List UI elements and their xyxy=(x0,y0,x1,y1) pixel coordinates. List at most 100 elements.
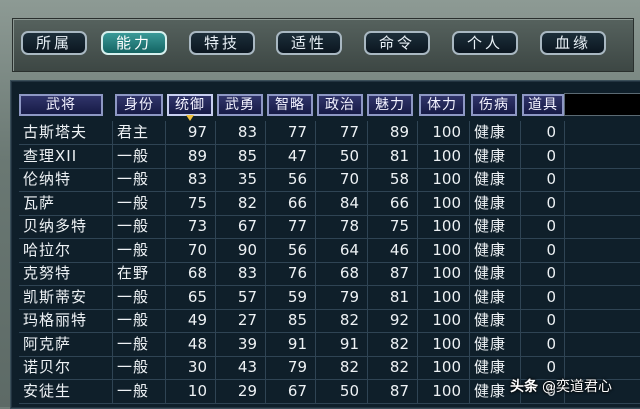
cell-status: 一般 xyxy=(113,379,166,404)
cell-charisma: 66 xyxy=(368,191,418,216)
cell-valor: 85 xyxy=(216,144,266,169)
cell-valor: 82 xyxy=(216,191,266,216)
cell-charisma: 87 xyxy=(368,262,418,286)
tab-0[interactable]: 所属 xyxy=(21,31,87,55)
table-row[interactable]: 阿克萨 一般 48 39 91 91 82 100 健康 0 xyxy=(19,332,640,357)
column-header-label: 魅力 xyxy=(375,97,405,113)
cell-strategy: 76 xyxy=(266,262,316,286)
column-header-6[interactable]: 魅力 xyxy=(367,94,413,116)
tab-6[interactable]: 血缘 xyxy=(540,31,606,55)
table-row[interactable]: 贝纳多特 一般 73 67 77 78 75 100 健康 0 xyxy=(19,215,640,239)
cell-stamina: 100 xyxy=(418,309,470,333)
cell-leadership: 89 xyxy=(166,144,216,169)
column-header-2[interactable]: 统御 xyxy=(167,94,213,121)
row-filler xyxy=(565,145,640,169)
table-row[interactable]: 瓦萨 一般 75 82 66 84 66 100 健康 0 xyxy=(19,191,640,216)
cell-name: 瓦萨 xyxy=(19,191,113,216)
column-header-9[interactable]: 道具 xyxy=(522,94,564,116)
cell-politics: 50 xyxy=(316,379,368,404)
cell-status: 一般 xyxy=(113,309,166,333)
cell-items: 0 xyxy=(521,285,565,310)
cell-strategy: 77 xyxy=(266,121,316,145)
cell-items: 0 xyxy=(521,238,565,263)
cell-status: 君主 xyxy=(113,121,166,145)
cell-valor: 29 xyxy=(216,379,266,404)
table-row[interactable]: 玛格丽特 一般 49 27 85 82 92 100 健康 0 xyxy=(19,309,640,333)
tab-2[interactable]: 特技 xyxy=(189,31,255,55)
row-filler xyxy=(565,262,640,286)
cell-health: 健康 xyxy=(470,332,521,357)
cell-status: 一般 xyxy=(113,285,166,310)
cell-stamina: 100 xyxy=(418,356,470,380)
table-row[interactable]: 古斯塔夫 君主 97 83 77 77 89 100 健康 0 xyxy=(19,121,640,145)
column-header-4[interactable]: 智略 xyxy=(267,94,313,116)
table-row[interactable]: 查理XII 一般 89 85 47 50 81 100 健康 0 xyxy=(19,144,640,169)
cell-leadership: 30 xyxy=(166,356,216,380)
cell-politics: 64 xyxy=(316,238,368,263)
cell-politics: 68 xyxy=(316,262,368,286)
tab-5[interactable]: 个人 xyxy=(452,31,518,55)
cell-strategy: 59 xyxy=(266,285,316,310)
column-header-0[interactable]: 武将 xyxy=(19,94,103,116)
table-row[interactable]: 克努特 在野 68 83 76 68 87 100 健康 0 xyxy=(19,262,640,286)
cell-status: 一般 xyxy=(113,238,166,263)
cell-charisma: 87 xyxy=(368,379,418,404)
column-header-8[interactable]: 伤病 xyxy=(471,94,517,116)
tab-1[interactable]: 能力 xyxy=(101,31,167,55)
cell-leadership: 48 xyxy=(166,332,216,357)
cell-name: 哈拉尔 xyxy=(19,238,113,263)
column-header-7[interactable]: 体力 xyxy=(419,94,465,116)
cell-stamina: 100 xyxy=(418,121,470,145)
cell-name: 贝纳多特 xyxy=(19,215,113,239)
cell-status: 一般 xyxy=(113,215,166,239)
column-header-3[interactable]: 武勇 xyxy=(217,94,263,116)
cell-stamina: 100 xyxy=(418,168,470,192)
cell-charisma: 81 xyxy=(368,285,418,310)
tab-4[interactable]: 命令 xyxy=(364,31,430,55)
column-header-5[interactable]: 政治 xyxy=(317,94,363,116)
table-row[interactable]: 哈拉尔 一般 70 90 56 64 46 100 健康 0 xyxy=(19,238,640,263)
column-header-label: 体力 xyxy=(427,97,457,113)
cell-stamina: 100 xyxy=(418,191,470,216)
tab-3[interactable]: 适性 xyxy=(276,31,342,55)
column-header-1[interactable]: 身份 xyxy=(115,94,163,116)
cell-politics: 77 xyxy=(316,121,368,145)
cell-leadership: 73 xyxy=(166,215,216,239)
row-filler xyxy=(565,286,640,310)
table-row[interactable]: 伦纳特 一般 83 35 56 70 58 100 健康 0 xyxy=(19,168,640,192)
cell-leadership: 49 xyxy=(166,309,216,333)
cell-politics: 79 xyxy=(316,285,368,310)
cell-charisma: 92 xyxy=(368,309,418,333)
cell-items: 0 xyxy=(521,121,565,145)
category-tab-bar: 所属 能力 特技 适性 命令 个人 血缘 xyxy=(12,18,634,72)
cell-strategy: 79 xyxy=(266,356,316,380)
cell-stamina: 100 xyxy=(418,332,470,357)
column-header-label: 武将 xyxy=(46,97,76,113)
cell-leadership: 65 xyxy=(166,285,216,310)
cell-politics: 82 xyxy=(316,356,368,380)
cell-items: 0 xyxy=(521,332,565,357)
cell-leadership: 70 xyxy=(166,238,216,263)
column-header-label: 伤病 xyxy=(479,97,509,113)
cell-name: 克努特 xyxy=(19,262,113,286)
cell-name: 玛格丽特 xyxy=(19,309,113,333)
cell-valor: 35 xyxy=(216,168,266,192)
row-filler xyxy=(565,239,640,263)
officer-table: 古斯塔夫 君主 97 83 77 77 89 100 健康 0 查理XII 一般 89 85 47 50 81 1… xyxy=(19,121,640,408)
cell-leadership: 75 xyxy=(166,191,216,216)
cell-items: 0 xyxy=(521,309,565,333)
game-window: 所属 能力 特技 适性 命令 个人 血缘 武将 身份 统御 武勇 智略 政治 魅力 体力 伤病 道具 古斯塔夫… xyxy=(0,0,640,409)
cell-status: 一般 xyxy=(113,168,166,192)
column-header-label: 武勇 xyxy=(225,97,255,113)
cell-items: 0 xyxy=(521,168,565,192)
row-filler xyxy=(565,192,640,216)
column-header-label: 政治 xyxy=(325,97,355,113)
watermark-logo: 头条 xyxy=(510,379,538,395)
cell-politics: 84 xyxy=(316,191,368,216)
cell-health: 健康 xyxy=(470,191,521,216)
column-header-label: 统御 xyxy=(175,97,205,113)
cell-leadership: 97 xyxy=(166,121,216,145)
cell-items: 0 xyxy=(521,144,565,169)
cell-strategy: 56 xyxy=(266,238,316,263)
table-row[interactable]: 凯斯蒂安 一般 65 57 59 79 81 100 健康 0 xyxy=(19,285,640,310)
